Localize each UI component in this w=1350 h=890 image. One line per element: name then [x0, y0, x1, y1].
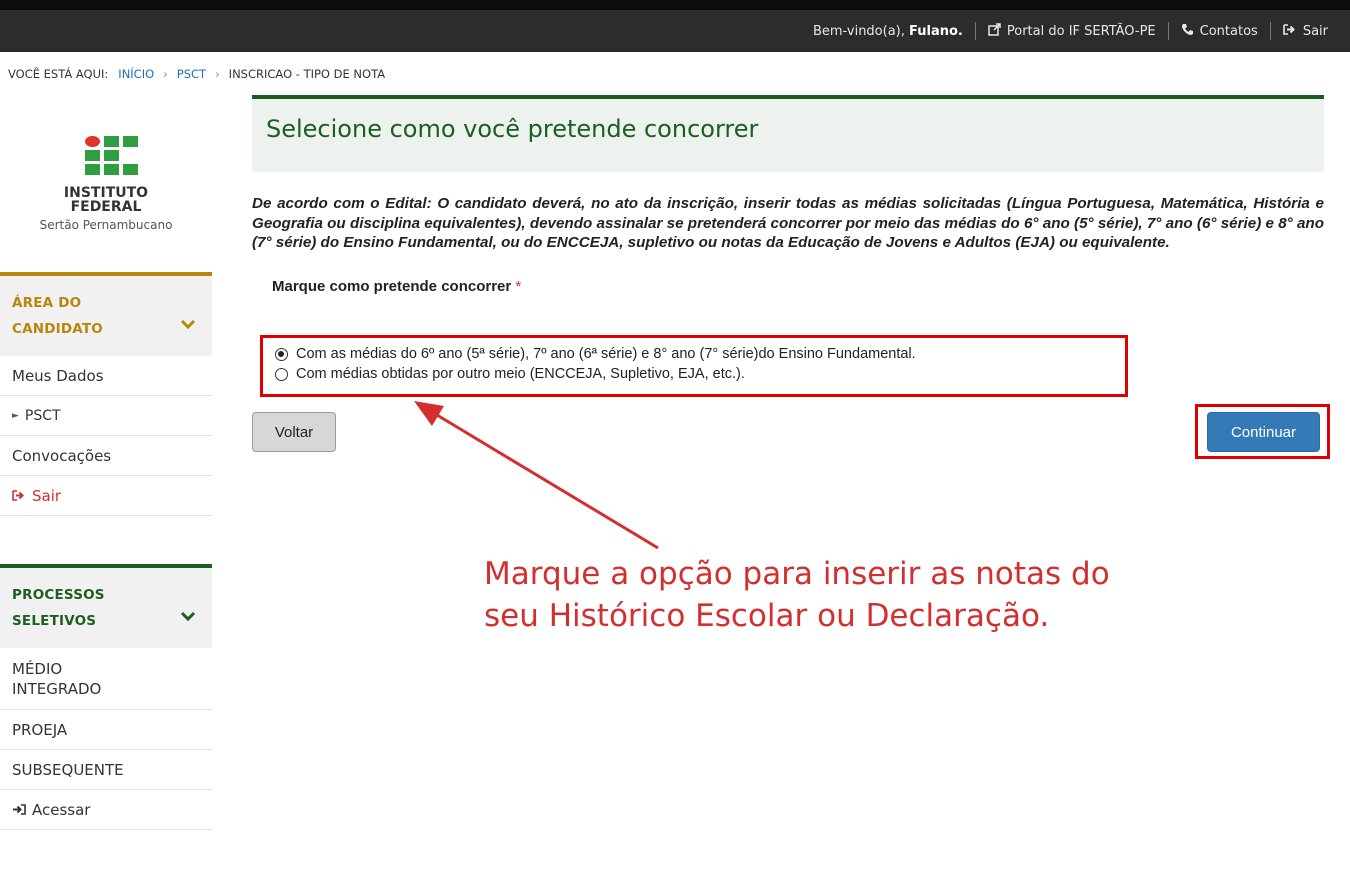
phone-icon — [1181, 23, 1194, 40]
radio-option-label: Com médias obtidas por outro meio (ENCCE… — [296, 366, 745, 382]
radio-button-unchecked[interactable] — [275, 367, 288, 381]
sidebar-item-meus-dados[interactable]: Meus Dados — [0, 356, 212, 396]
chevron-down-icon[interactable] — [180, 315, 196, 334]
options-highlight-box: Com as médias do 6º ano (5ª série), 7º a… — [260, 335, 1128, 397]
divider — [974, 22, 976, 40]
sidebar-item-acessar[interactable]: Acessar — [0, 790, 212, 830]
sidebar-item-label: PROEJA — [12, 720, 68, 739]
sidebar-item-label: SUBSEQUENTE — [12, 760, 124, 779]
divider — [1167, 22, 1169, 40]
page-title: Selecione como você pretende concorrer — [266, 115, 759, 143]
main-content: Selecione como você pretende concorrer D… — [252, 95, 1330, 459]
processos-seletivos-header[interactable]: PROCESSOS SELETIVOS — [0, 564, 212, 648]
sign-out-icon — [12, 489, 26, 502]
annotation-line: seu Histórico Escolar ou Declaração. — [484, 598, 1050, 634]
divider — [1269, 22, 1271, 40]
required-mark: * — [515, 277, 522, 295]
panel-title: SELETIVOS — [12, 613, 97, 629]
logo-name: INSTITUTO FEDERAL — [63, 185, 149, 215]
sidebar-item-label: MÉDIO INTEGRADO — [12, 659, 102, 698]
radio-option-fundamental[interactable]: Com as médias do 6º ano (5ª série), 7º a… — [275, 344, 1125, 364]
sidebar-item-convocacoes[interactable]: Convocações — [0, 436, 212, 476]
sidebar-item-sair[interactable]: Sair — [0, 476, 212, 516]
breadcrumb-separator: › — [163, 67, 168, 81]
sidebar-item-label: PSCT — [24, 407, 61, 424]
radio-option-outro-meio[interactable]: Com médias obtidas por outro meio (ENCCE… — [275, 364, 1125, 384]
external-link-icon — [988, 22, 1001, 40]
panel-title: PROCESSOS — [12, 587, 105, 603]
radio-option-label: Com as médias do 6º ano (5ª série), 7º a… — [296, 346, 916, 362]
sign-out-icon — [1283, 23, 1297, 40]
annotation-arrow — [414, 401, 659, 550]
portal-link[interactable]: Portal do IF SERTÃO-PE — [988, 22, 1156, 40]
area-candidato-header[interactable]: ÁREA DO CANDIDATO — [0, 272, 212, 356]
continue-button[interactable]: Continuar — [1207, 412, 1320, 452]
panel-title: ÁREA DO — [12, 295, 82, 311]
sign-in-icon — [12, 803, 26, 816]
contatos-link-label: Contatos — [1199, 23, 1258, 39]
sidebar-item-subsequente[interactable]: SUBSEQUENTE — [0, 750, 212, 790]
sair-link[interactable]: Sair — [1283, 23, 1328, 40]
portal-link-label: Portal do IF SERTÃO-PE — [1006, 23, 1156, 39]
sidebar: INSTITUTO FEDERAL Sertão Pernambucano ÁR… — [0, 100, 212, 830]
edital-text: De acordo com o Edital: O candidato deve… — [252, 195, 1324, 251]
user-name: Fulano. — [909, 23, 963, 39]
welcome-text: Bem-vindo(a), Fulano. — [812, 23, 963, 39]
continue-highlight-box: Continuar — [1195, 404, 1330, 459]
back-button[interactable]: Voltar — [252, 412, 336, 452]
top-navbar: Bem-vindo(a), Fulano. Portal do IF SERTÃ… — [0, 0, 1350, 52]
sidebar-item-label: Sair — [32, 486, 62, 505]
breadcrumb-separator: › — [215, 67, 220, 81]
chevron-down-icon[interactable] — [180, 607, 196, 626]
sidebar-item-psct[interactable]: ► PSCT — [0, 396, 212, 436]
sidebar-item-label: Meus Dados — [12, 366, 104, 385]
caret-right-icon: ► — [12, 410, 19, 421]
sidebar-item-label: Convocações — [12, 446, 112, 465]
institute-logo[interactable]: INSTITUTO FEDERAL Sertão Pernambucano — [0, 100, 212, 250]
breadcrumb-inicio[interactable]: INÍCIO — [118, 67, 154, 81]
breadcrumb-psct[interactable]: PSCT — [177, 67, 206, 81]
page-header: Selecione como você pretende concorrer — [252, 95, 1324, 172]
breadcrumb-current: INSCRICAO - TIPO DE NOTA — [228, 67, 386, 81]
top-navbar-links: Bem-vindo(a), Fulano. Portal do IF SERTÃ… — [813, 10, 1328, 52]
radio-button-checked[interactable] — [275, 347, 288, 361]
logo-subtitle: Sertão Pernambucano — [39, 218, 173, 232]
breadcrumb: VOCÊ ESTÁ AQUI: INÍCIO › PSCT › INSCRICA… — [8, 67, 385, 81]
sidebar-item-medio-integrado[interactable]: MÉDIO INTEGRADO — [0, 648, 212, 710]
panel-title: CANDIDATO — [12, 321, 103, 337]
annotation-line: Marque a opção para inserir as notas do — [484, 556, 1110, 592]
breadcrumb-label: VOCÊ ESTÁ AQUI: — [8, 67, 109, 81]
logo-mark — [85, 136, 143, 180]
contatos-link[interactable]: Contatos — [1181, 23, 1258, 40]
sidebar-item-proeja[interactable]: PROEJA — [0, 710, 212, 750]
sidebar-item-label: Acessar — [32, 800, 91, 819]
annotation-text: Marque a opção para inserir as notas do … — [484, 553, 1110, 637]
sair-link-label: Sair — [1302, 23, 1328, 39]
form-label: Marque como pretende concorrer * — [272, 277, 522, 295]
